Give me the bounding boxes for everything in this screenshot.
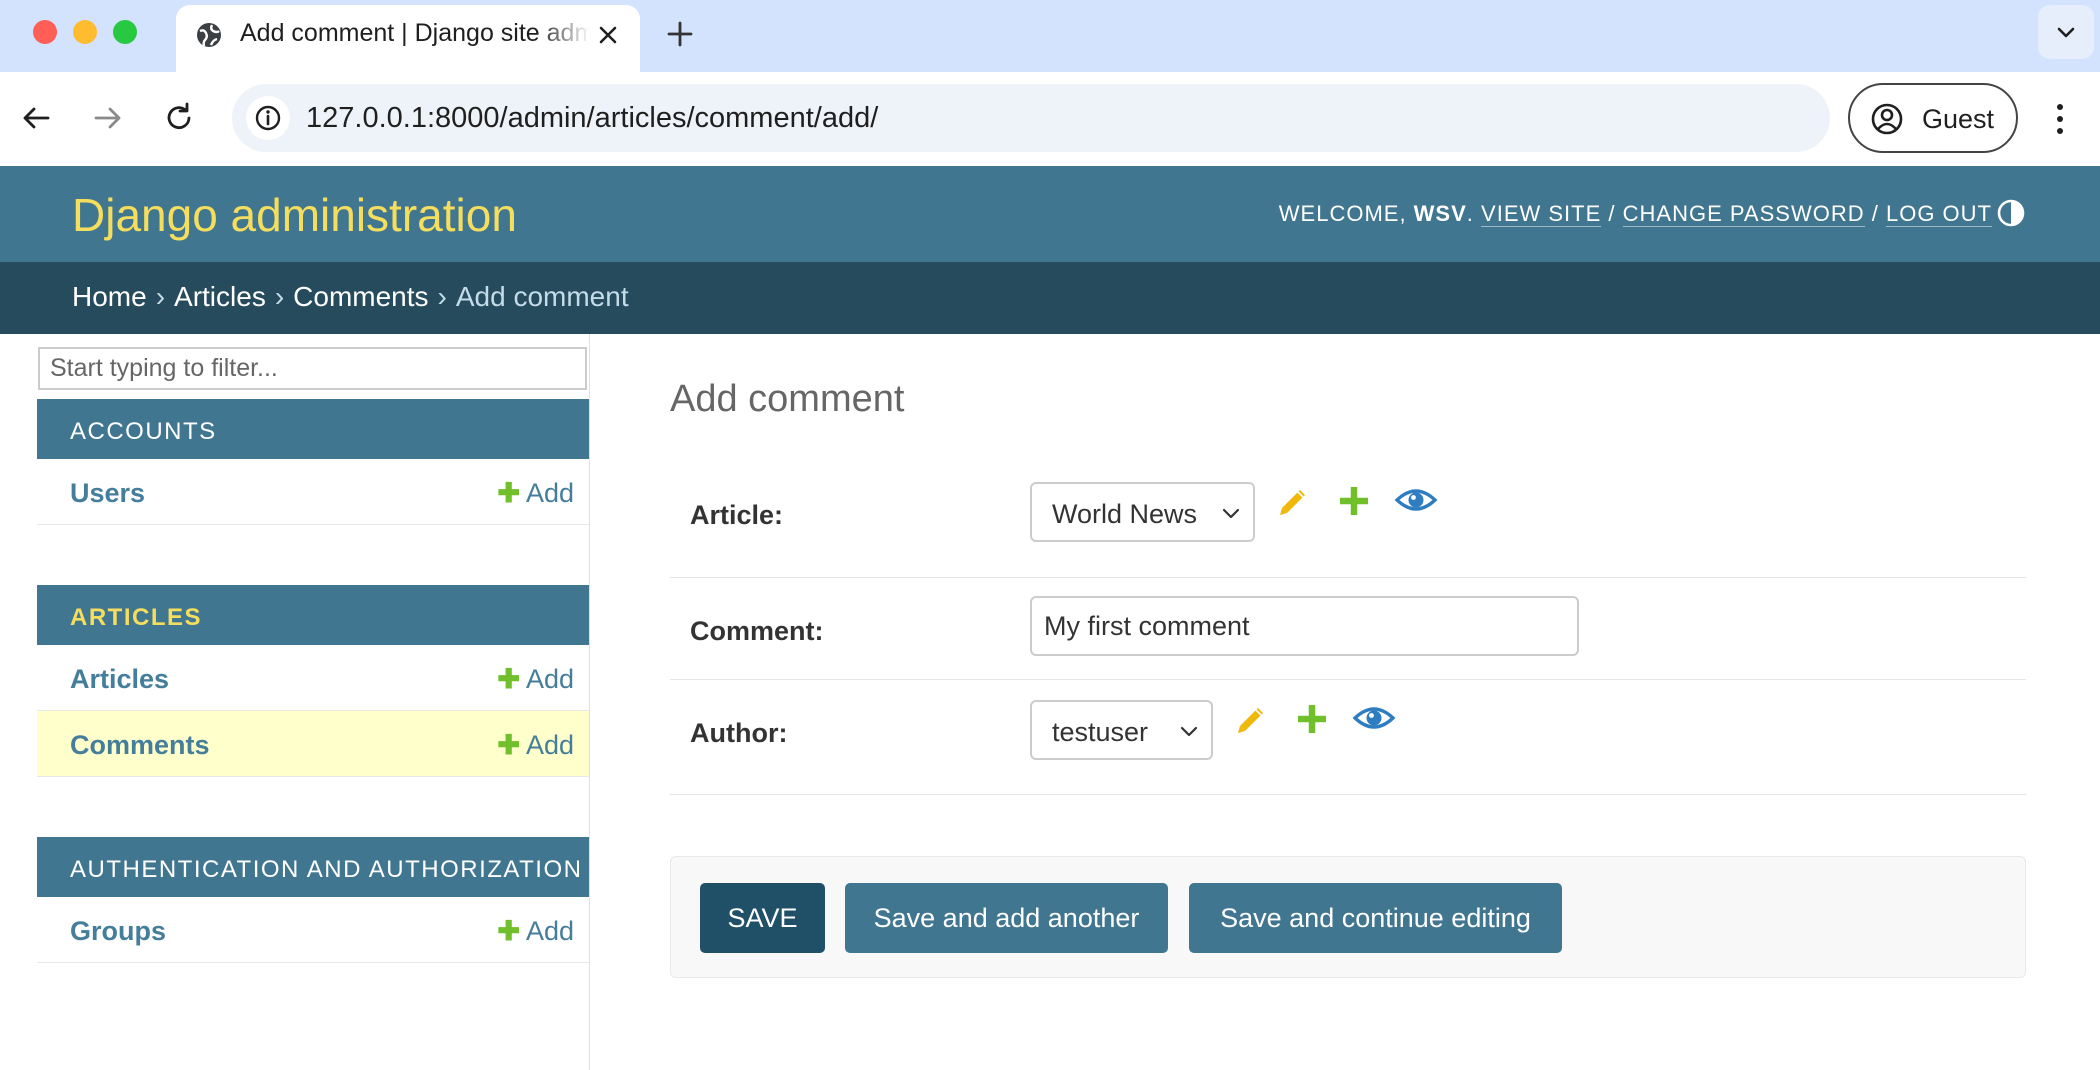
model-link[interactable]: Articles xyxy=(70,664,169,695)
author-select[interactable]: testuser xyxy=(1030,700,1213,760)
reload-icon[interactable] xyxy=(162,100,198,136)
form-row-author: Author: testuser xyxy=(670,680,2026,795)
eye-icon[interactable] xyxy=(1352,698,1396,738)
plus-icon: ✚ xyxy=(497,478,520,508)
account-circle-icon xyxy=(1871,103,1903,135)
window-minimize-button[interactable] xyxy=(73,20,97,44)
add-articles-link[interactable]: ✚ Add xyxy=(497,664,574,695)
log-out-link[interactable]: LOG OUT xyxy=(1885,201,1992,227)
sidebar-item-articles: Articles ✚ Add xyxy=(37,645,589,711)
page-title: Add comment xyxy=(670,378,905,420)
site-name-link[interactable]: Django administration xyxy=(72,188,517,242)
breadcrumb-home[interactable]: Home xyxy=(72,281,147,312)
add-label: Add xyxy=(525,664,574,694)
sidebar-item-groups: Groups ✚ Add xyxy=(37,897,589,963)
add-comments-link[interactable]: ✚ Add xyxy=(497,730,574,761)
breadcrumb-articles[interactable]: Articles xyxy=(174,281,266,312)
sidebar-item-comments: Comments ✚ Add xyxy=(37,711,589,777)
add-label: Add xyxy=(525,730,574,760)
save-button[interactable]: SAVE xyxy=(700,883,825,953)
module-auth: AUTHENTICATION AND AUTHORIZATION Groups … xyxy=(37,837,589,963)
model-link[interactable]: Comments xyxy=(70,730,210,761)
field-label: Author: xyxy=(690,718,788,748)
select-value: World News xyxy=(1052,499,1198,529)
field-label: Comment: xyxy=(690,616,824,646)
breadcrumb-separator: › xyxy=(274,281,285,312)
site-header: Django administration WELCOME, WSV. VIEW… xyxy=(0,166,2100,262)
form-row-article: Article: World News xyxy=(670,458,2026,578)
site-info-button[interactable] xyxy=(246,96,290,140)
breadcrumb-comments[interactable]: Comments xyxy=(293,281,428,312)
form-row-comment: Comment: xyxy=(670,578,2026,680)
url-text: 127.0.0.1:8000/admin/articles/comment/ad… xyxy=(306,102,879,134)
user-tools-separator: / xyxy=(1871,201,1879,226)
module-caption[interactable]: AUTHENTICATION AND AUTHORIZATION xyxy=(37,837,589,897)
breadcrumb-separator: › xyxy=(155,281,166,312)
module-caption[interactable]: ACCOUNTS xyxy=(37,399,589,459)
pencil-icon[interactable] xyxy=(1232,700,1270,738)
nav-filter-input[interactable] xyxy=(38,347,587,390)
comment-input[interactable] xyxy=(1030,596,1579,656)
plus-icon[interactable] xyxy=(664,18,696,50)
plus-icon: ✚ xyxy=(497,730,520,760)
module-caption[interactable]: ARTICLES xyxy=(37,585,589,645)
save-and-continue-button[interactable]: Save and continue editing xyxy=(1189,883,1562,953)
window-zoom-button[interactable] xyxy=(113,20,137,44)
add-label: Add xyxy=(525,478,574,508)
save-and-add-another-button[interactable]: Save and add another xyxy=(845,883,1168,953)
info-icon xyxy=(255,105,281,131)
user-tools: WELCOME, WSV. VIEW SITE / CHANGE PASSWOR… xyxy=(1279,201,1992,227)
profile-button[interactable]: Guest xyxy=(1848,83,2018,153)
plus-icon: ✚ xyxy=(497,916,520,946)
username: WSV xyxy=(1413,201,1467,226)
add-label: Add xyxy=(525,916,574,946)
globe-icon xyxy=(197,23,221,47)
tab-search-button[interactable] xyxy=(2038,5,2094,59)
breadcrumb-current: Add comment xyxy=(455,281,629,312)
forward-arrow-icon[interactable] xyxy=(90,100,126,136)
pencil-icon[interactable] xyxy=(1274,482,1312,520)
select-value: testuser xyxy=(1052,717,1149,747)
breadcrumb-separator: › xyxy=(437,281,447,312)
close-icon[interactable] xyxy=(594,21,622,49)
plus-icon[interactable] xyxy=(1335,482,1373,520)
article-select[interactable]: World News xyxy=(1030,482,1255,542)
address-bar[interactable]: 127.0.0.1:8000/admin/articles/comment/ad… xyxy=(232,84,1830,152)
theme-toggle-icon[interactable] xyxy=(1996,198,2026,228)
chevron-down-icon xyxy=(1222,508,1240,519)
change-password-link[interactable]: CHANGE PASSWORD xyxy=(1622,201,1865,227)
tab-title: Add comment | Django site admin xyxy=(240,19,590,47)
eye-icon[interactable] xyxy=(1394,480,1438,520)
browser-toolbar: 127.0.0.1:8000/admin/articles/comment/ad… xyxy=(0,72,2100,166)
username-period: . xyxy=(1466,201,1482,226)
model-link[interactable]: Groups xyxy=(70,916,166,947)
browser-tab-bar: Add comment | Django site admin xyxy=(0,0,2100,72)
user-tools-separator: / xyxy=(1608,201,1616,226)
add-users-link[interactable]: ✚ Add xyxy=(497,478,574,509)
module-accounts: ACCOUNTS Users ✚ Add xyxy=(37,399,589,525)
nav-sidebar: ACCOUNTS Users ✚Add ARTICLES Articles ✚A… xyxy=(37,334,590,1070)
add-groups-link[interactable]: ✚ Add xyxy=(497,916,574,947)
breadcrumb: Home › Articles › Comments › Add comment xyxy=(0,262,2100,334)
submit-row: SAVE Save and add another Save and conti… xyxy=(670,856,2026,978)
plus-icon: ✚ xyxy=(497,664,520,694)
sidebar-item-users: Users ✚ Add xyxy=(37,459,589,525)
profile-label: Guest xyxy=(1922,104,1995,134)
plus-icon[interactable] xyxy=(1293,700,1331,738)
view-site-link[interactable]: VIEW SITE xyxy=(1481,201,1602,227)
chevron-down-icon xyxy=(1180,726,1198,737)
module-articles: ARTICLES Articles ✚ Add Comments ✚ Add xyxy=(37,585,589,777)
chevron-down-icon xyxy=(2057,27,2075,38)
browser-tab[interactable]: Add comment | Django site admin xyxy=(176,5,640,72)
back-arrow-icon[interactable] xyxy=(18,100,54,136)
window-close-button[interactable] xyxy=(33,20,57,44)
model-link[interactable]: Users xyxy=(70,478,145,509)
more-vert-icon[interactable] xyxy=(2048,99,2072,139)
field-label: Article: xyxy=(690,500,784,530)
welcome-text: WELCOME, xyxy=(1278,201,1414,226)
